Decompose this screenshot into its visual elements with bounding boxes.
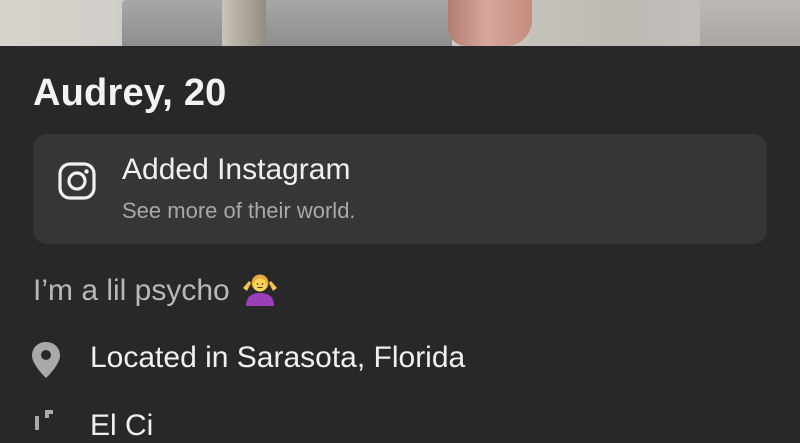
photo-post	[222, 0, 266, 46]
instagram-title: Added Instagram	[122, 153, 351, 186]
school-icon	[35, 410, 53, 430]
instagram-subtitle: See more of their world.	[122, 198, 356, 223]
profile-name-age: Audrey, 20	[33, 72, 227, 114]
photo-rock-right	[700, 0, 800, 46]
photo-leg	[448, 0, 532, 46]
bio: I’m a lil psycho	[33, 272, 280, 308]
profile-photo[interactable]	[0, 0, 800, 46]
instagram-icon	[58, 162, 96, 200]
location-pin-icon	[32, 342, 60, 378]
instagram-card[interactable]	[33, 134, 767, 244]
bio-text: I’m a lil psycho	[33, 274, 230, 307]
location-text: Located in Sarasota, Florida	[90, 341, 466, 374]
school-text: El Ci	[90, 409, 154, 442]
photo-rock	[122, 0, 452, 46]
person-shrugging-emoji	[240, 272, 280, 306]
